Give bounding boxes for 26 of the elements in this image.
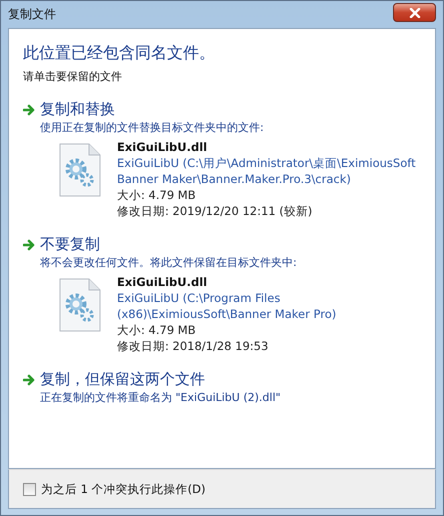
instruction-text: 请单击要保留的文件: [23, 69, 123, 84]
option-description: 使用正在复制的文件替换目标文件夹中的文件:: [40, 120, 265, 135]
option-description: 将不会更改任何文件。将此文件保留在目标文件夹中:: [40, 255, 298, 270]
file-date: 修改日期: 2019/12/20 12:11 (较新): [117, 203, 314, 219]
main-instruction: 此位置已经包含同名文件。: [23, 43, 216, 64]
file-path: ExiGuiLibU (C:\用户\Administrator\桌面\EximiousSoft Banner Maker\Banner.Maker.Pro.3\crack): [117, 155, 417, 187]
option-link[interactable]: 不要复制: [40, 235, 100, 254]
option-description: 正在复制的文件将重命名为 "ExiGuiLibU (2).dll": [40, 390, 282, 405]
file-size: 大小: 4.79 MB: [117, 322, 197, 338]
option-link[interactable]: 复制，但保留这两个文件: [40, 370, 205, 389]
file-gear-icon: [59, 143, 101, 197]
arrow-icon: [23, 104, 37, 116]
file-size: 大小: 4.79 MB: [117, 187, 197, 203]
file-name: ExiGuiLibU.dll: [117, 139, 208, 155]
file-gear-icon: [59, 278, 101, 332]
arrow-icon: [23, 238, 37, 250]
close-icon: [408, 8, 422, 18]
checkbox-label: 为之后 1 个冲突执行此操作(D): [41, 482, 206, 496]
checkbox[interactable]: [23, 482, 36, 496]
file-path: ExiGuiLibU (C:\Program Files (x86)\EximiousSoft\Banner Maker Pro): [117, 290, 338, 322]
window-title: 复制文件: [8, 6, 56, 23]
close-button[interactable]: [393, 3, 436, 22]
file-date: 修改日期: 2018/1/28 19:53: [117, 338, 270, 354]
option-link[interactable]: 复制和替换: [40, 100, 115, 119]
arrow-icon: [23, 374, 37, 386]
file-name: ExiGuiLibU.dll: [117, 274, 208, 290]
